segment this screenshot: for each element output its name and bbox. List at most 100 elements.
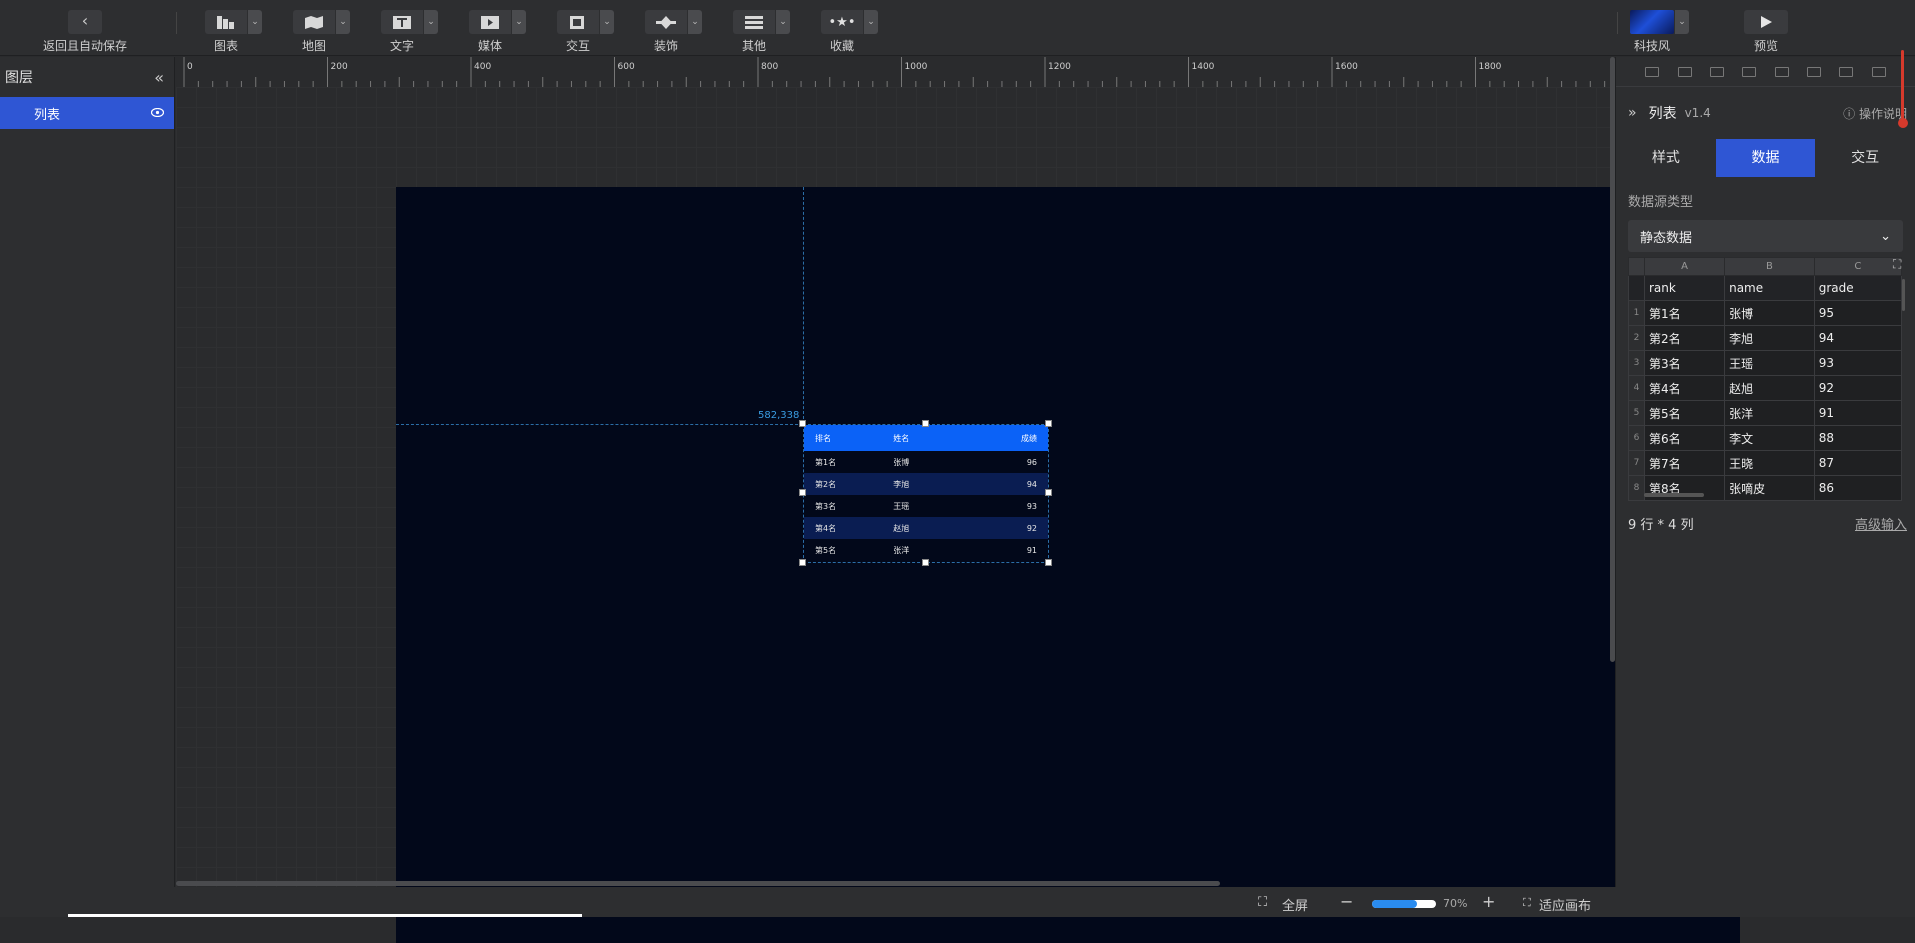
toolbar-item-interaction[interactable]: ⌄ 交互 (557, 10, 615, 54)
chevron-down-icon[interactable]: ⌄ (688, 10, 702, 34)
toolbar-item-decoration[interactable]: ⌄ 装饰 (645, 10, 703, 54)
help-link[interactable]: ⓘ 操作说明 (1843, 105, 1907, 122)
fit-canvas-icon[interactable]: ⛶ (1523, 896, 1531, 910)
sheet-cell[interactable]: 第1名 (1643, 300, 1726, 326)
align-top-icon[interactable] (1645, 66, 1660, 77)
sheet-row: 7 第7名 王晓 87 (1628, 450, 1903, 476)
sheet-scrollbar-horizontal[interactable] (1644, 493, 1704, 497)
sheet-cell[interactable]: 张博 (1724, 300, 1815, 326)
chevron-down-icon[interactable]: ⌄ (336, 10, 350, 34)
zoom-slider[interactable] (1372, 900, 1436, 908)
sheet-cell[interactable]: 张嘀皮 (1724, 475, 1815, 501)
expand-sheet-icon[interactable]: ⛶ (1893, 257, 1901, 272)
theme-selector[interactable]: ⌄ 科技风 (1630, 10, 1692, 54)
zoom-in-icon[interactable]: + (1482, 892, 1495, 911)
chevron-down-icon[interactable]: ⌄ (864, 10, 878, 34)
text-icon (381, 10, 423, 34)
canvas-workspace[interactable]: 582,338 排名 姓名 成绩 第1名 张博 96 第2名 李旭 94 第3名… (176, 87, 1740, 943)
panel-scrollbar-thumb[interactable] (1901, 50, 1904, 122)
sheet-cell[interactable]: 第3名 (1643, 350, 1726, 376)
sheet-cell[interactable]: 第7名 (1643, 450, 1726, 476)
eye-icon[interactable] (150, 106, 165, 121)
align-bottom-icon[interactable] (1807, 66, 1822, 77)
map-icon (293, 10, 335, 34)
fit-canvas-button[interactable]: 适应画布 (1539, 895, 1591, 914)
sheet-cell[interactable]: 李旭 (1724, 325, 1815, 351)
toolbar-item-chart[interactable]: ⌄ 图表 (205, 10, 263, 54)
align-middle-icon[interactable] (1774, 66, 1789, 77)
panel-scrollbar-knob[interactable] (1898, 118, 1908, 128)
sheet-cell[interactable]: 94 (1813, 325, 1903, 351)
sheet-cell[interactable]: 87 (1813, 450, 1903, 476)
chevron-down-icon[interactable]: ⌄ (424, 10, 438, 34)
sheet-scrollbar-vertical[interactable] (1902, 279, 1905, 311)
back-save-button[interactable]: ‹ 返回且自动保存 (40, 10, 130, 54)
fullscreen-button[interactable]: 全屏 (1282, 895, 1308, 914)
datasource-select[interactable]: 静态数据 ⌄ (1628, 220, 1903, 252)
toolbar-item-favorite[interactable]: •★• ⌄ 收藏 (821, 10, 879, 54)
sheet-column-header[interactable]: A (1643, 257, 1726, 276)
resize-handle-bottom-right[interactable] (1045, 559, 1052, 566)
expand-panel-icon[interactable]: » (1628, 105, 1637, 121)
tab-data[interactable]: 数据 (1715, 139, 1816, 177)
sheet-cell[interactable]: 王晓 (1724, 450, 1815, 476)
sheet-cell[interactable]: grade (1813, 275, 1903, 301)
sheet-cell[interactable]: 93 (1813, 350, 1903, 376)
chevron-down-icon[interactable]: ⌄ (600, 10, 614, 34)
sheet-cell[interactable]: 第2名 (1643, 325, 1726, 351)
distribute-v-icon[interactable] (1871, 66, 1886, 77)
chevron-down-icon[interactable]: ⌄ (512, 10, 526, 34)
toolbar-item-media[interactable]: ⌄ 媒体 (469, 10, 527, 54)
sheet-cell[interactable]: 王瑶 (1724, 350, 1815, 376)
preview-button[interactable]: 预览 (1744, 10, 1788, 54)
ruler-label: 200 (331, 62, 348, 72)
data-sheet[interactable]: A B C rank name grade 1 第1名 张博 95 2 第2名 李旭 94 3 第… (1628, 257, 1905, 501)
sheet-cell[interactable]: 张洋 (1724, 400, 1815, 426)
sheet-cell[interactable]: 李文 (1724, 425, 1815, 451)
sheet-cell[interactable]: 95 (1813, 300, 1903, 326)
toolbar-item-other[interactable]: ⌄ 其他 (733, 10, 791, 54)
chevron-down-icon[interactable]: ⌄ (248, 10, 262, 34)
layer-item-list[interactable]: 列表 (0, 97, 174, 129)
sheet-cell[interactable]: name (1724, 275, 1815, 301)
resize-handle-top[interactable] (922, 420, 929, 427)
sheet-row: 6 第6名 李文 88 (1628, 425, 1903, 451)
resize-handle-top-right[interactable] (1045, 420, 1052, 427)
advanced-input-link[interactable]: 高级输入 (1855, 514, 1907, 533)
sheet-cell[interactable]: 赵旭 (1724, 375, 1815, 401)
list-row: 第2名 李旭 94 (804, 473, 1048, 495)
align-center-h-icon[interactable] (1709, 66, 1724, 77)
sheet-cell[interactable]: 88 (1813, 425, 1903, 451)
sheet-cell[interactable]: 92 (1813, 375, 1903, 401)
zoom-out-icon[interactable]: − (1340, 892, 1353, 911)
sheet-column-header[interactable]: B (1724, 257, 1815, 276)
align-right-icon[interactable] (1742, 66, 1757, 77)
resize-handle-bottom-left[interactable] (799, 559, 806, 566)
toolbar-item-map[interactable]: ⌄ 地图 (293, 10, 351, 54)
list-component[interactable]: 排名 姓名 成绩 第1名 张博 96 第2名 李旭 94 第3名 王瑶 93 第… (803, 424, 1049, 563)
screen-canvas[interactable] (396, 187, 1740, 943)
sheet-cell[interactable]: 第4名 (1643, 375, 1726, 401)
sheet-cell[interactable]: 第5名 (1643, 400, 1726, 426)
resize-handle-bottom[interactable] (922, 559, 929, 566)
canvas-scrollbar-horizontal[interactable] (176, 881, 1220, 886)
chevron-down-icon[interactable]: ⌄ (776, 10, 790, 34)
chevron-down-icon[interactable]: ⌄ (1675, 10, 1689, 34)
distribute-h-icon[interactable] (1839, 66, 1854, 77)
collapse-left-icon[interactable]: « (154, 68, 164, 87)
tab-interaction[interactable]: 交互 (1815, 139, 1915, 177)
tab-style[interactable]: 样式 (1616, 139, 1716, 177)
sheet-column-header[interactable]: C (1813, 257, 1903, 276)
ruler-label: 400 (474, 62, 491, 72)
align-left-icon[interactable] (1677, 66, 1692, 77)
toolbar-item-text[interactable]: ⌄ 文字 (381, 10, 439, 54)
fullscreen-icon[interactable]: ⛶ (1258, 895, 1267, 910)
resize-handle-top-left[interactable] (799, 420, 806, 427)
resize-handle-left[interactable] (799, 489, 806, 496)
sheet-cell[interactable]: 第6名 (1643, 425, 1726, 451)
sheet-cell[interactable]: 91 (1813, 400, 1903, 426)
sheet-cell[interactable]: rank (1643, 275, 1726, 301)
list-cell: 96 (1026, 457, 1037, 467)
resize-handle-right[interactable] (1045, 489, 1052, 496)
sheet-cell[interactable]: 86 (1813, 475, 1903, 501)
